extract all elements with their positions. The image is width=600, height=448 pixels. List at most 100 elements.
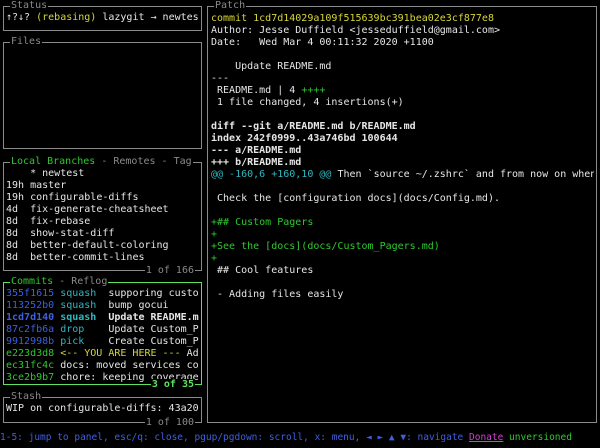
branch-item[interactable]: * newtest <box>6 168 199 180</box>
stash-count: 1 of 100 <box>144 417 195 429</box>
branch-name: fix-rebase <box>30 216 91 227</box>
commit-hash: 355f1615 <box>6 288 61 299</box>
branch-item[interactable]: 19h master <box>6 180 199 192</box>
branches-list[interactable]: * newtest 19h master 19h configurable-diff… <box>6 168 199 264</box>
status-text: ↑?↓? <box>6 12 37 23</box>
patch-title: Patch <box>214 0 247 12</box>
tab-local-branches[interactable]: Local Branches <box>11 156 95 167</box>
branch-item[interactable]: 8d fix-rebase <box>6 216 199 228</box>
patch-text: diff --git a/README.md b/README.md <box>211 121 416 132</box>
commit-action: pick <box>60 336 109 347</box>
commit-item[interactable]: 87c2fb6a drop Update Custom_P <box>6 324 199 336</box>
tab-commits[interactable]: Commits <box>11 276 53 287</box>
files-title: Files <box>10 36 43 48</box>
patch-text: --- <box>211 73 230 84</box>
branch-age <box>6 168 30 179</box>
commits-list[interactable]: 355f1615 squash supporing custo 113252b0 … <box>6 288 199 384</box>
patch-text: +See the [docs](docs/Custom_Pagers.md) <box>211 241 440 252</box>
commit-item[interactable]: 355f1615 squash supporing custo <box>6 288 199 300</box>
commit-item[interactable]: e223d3d8 <-- YOU ARE HERE --- Ad <box>6 348 199 360</box>
commit-message: Update README.m <box>108 312 199 323</box>
patch-line: diff --git a/README.md b/README.md <box>211 121 594 133</box>
commit-hash: 113252b0 <box>6 300 61 311</box>
stash-panel[interactable]: Stash WIP on configurable-diffs: 43a20 1… <box>3 391 202 429</box>
tab-separator: - <box>53 276 72 287</box>
branch-age: 8d <box>6 252 31 263</box>
commit-message: Update Custom_P <box>108 324 199 335</box>
status-text: lazygit → newtes <box>96 12 199 23</box>
tab-remotes[interactable]: Remotes <box>113 156 155 167</box>
commit-hash: 87c2fb6a <box>6 324 61 335</box>
status-text: (rebasing) <box>36 12 97 23</box>
patch-line: +See the [docs](docs/Custom_Pagers.md) <box>211 241 594 253</box>
donate-link[interactable]: Donate <box>469 432 503 443</box>
patch-text: + <box>211 229 218 240</box>
status-panel[interactable]: Status ↑?↓? (rebasing) lazygit → newtes <box>3 0 202 31</box>
patch-line: Check the [configuration docs](docs/Conf… <box>211 193 594 205</box>
patch-text: Check the [configuration docs](docs/Conf… <box>211 193 500 204</box>
patch-line <box>211 109 594 121</box>
patch-text: @@ -160,6 +160,10 @@ <box>211 169 332 180</box>
stash-name: WIP on configurable-diffs: 43a20 <box>6 403 199 414</box>
patch-line: @@ -160,6 +160,10 @@ Then `source ~/.zsh… <box>211 169 594 181</box>
patch-line <box>211 205 594 217</box>
commit-hash: 1cd7d140 <box>6 312 61 323</box>
branch-name: * newtest <box>30 168 85 179</box>
patch-line: index 242f0999..43a746bd 100644 <box>211 133 594 145</box>
stash-item[interactable]: WIP on configurable-diffs: 43a20 <box>6 403 199 415</box>
patch-panel[interactable]: Patch commit 1cd7d14029a109f515639bc391b… <box>207 0 597 423</box>
commit-item[interactable]: 113252b0 squash bump gocui <box>6 300 199 312</box>
patch-text: index 242f0999..43a746bd 100644 <box>211 133 398 144</box>
patch-line: 1 file changed, 4 insertions(+) <box>211 97 594 109</box>
branch-name: better-commit-lines <box>30 252 145 263</box>
tab-reflog[interactable]: Reflog <box>71 276 107 287</box>
commits-tabs: Commits - Reflog <box>10 276 109 288</box>
commit-item[interactable]: ec31fc4c docs: moved services co <box>6 360 199 372</box>
patch-text: ## Cool features <box>211 265 314 276</box>
patch-line: --- a/README.md <box>211 145 594 157</box>
patch-text: --- a/README.md <box>211 145 302 156</box>
files-panel[interactable]: Files <box>3 36 202 149</box>
branch-name: master <box>30 180 67 191</box>
patch-line: commit 1cd7d14029a109f515639bc391bea02e3… <box>211 13 594 25</box>
branches-tabs: Local Branches - Remotes - Tag <box>10 156 193 168</box>
commit-item[interactable]: 1cd7d140 squash Update README.m <box>6 312 199 324</box>
branch-item[interactable]: 19h configurable-diffs <box>6 192 199 204</box>
commits-panel[interactable]: Commits - Reflog 355f1615 squash suppori… <box>3 276 202 391</box>
patch-line: - Adding files easily <box>211 289 594 301</box>
patch-text: 1 file changed, 4 insertions(+) <box>211 97 404 108</box>
branch-item[interactable]: 8d show-stat-diff <box>6 228 199 240</box>
patch-text: Date: Wed Mar 4 00:11:32 2020 +1100 <box>211 37 434 48</box>
branch-name: better-default-coloring <box>30 240 169 251</box>
commit-message: Ad <box>186 348 199 359</box>
stash-list[interactable]: WIP on configurable-diffs: 43a20 <box>6 403 199 415</box>
version-label: unversioned <box>503 432 572 443</box>
branches-count: 1 of 166 <box>144 265 195 277</box>
commit-action: <-- YOU ARE HERE --- <box>60 348 187 359</box>
patch-text: Update README.md <box>211 61 332 72</box>
patch-line: README.md | 4 ++++ <box>211 85 594 97</box>
keybindings-bar: 1-5: jump to panel, esc/q: close, pgup/p… <box>0 432 600 444</box>
branch-name: fix-generate-cheatsheet <box>30 204 169 215</box>
patch-text: Author: Jesse Duffield <jesseduffield@gm… <box>211 25 500 36</box>
branch-age: 8d <box>6 240 31 251</box>
commit-item[interactable]: 9912998b pick Create Custom_P <box>6 336 199 348</box>
patch-text: commit 1cd7d14029a109f515639bc391bea02e3… <box>211 13 494 24</box>
status-content: ↑?↓? (rebasing) lazygit → newtes <box>6 12 199 24</box>
commit-action: squash <box>60 288 109 299</box>
branch-item[interactable]: 8d better-default-coloring <box>6 240 199 252</box>
patch-text: ++++ <box>301 85 326 96</box>
branch-age: 19h <box>6 180 31 191</box>
commit-action: drop <box>60 324 109 335</box>
patch-text: +## Custom Pagers <box>211 217 314 228</box>
commit-hash: 9912998b <box>6 336 61 347</box>
patch-line: --- <box>211 73 594 85</box>
commit-message: supporing custo <box>108 288 199 299</box>
branch-item[interactable]: 4d fix-generate-cheatsheet <box>6 204 199 216</box>
patch-line: Date: Wed Mar 4 00:11:32 2020 +1100 <box>211 37 594 49</box>
branch-item[interactable]: 8d better-commit-lines <box>6 252 199 264</box>
keybindings-hint: 1-5: jump to panel, esc/q: close, pgup/p… <box>0 432 469 443</box>
tab-tag[interactable]: Tag <box>174 156 192 167</box>
commit-hash: e223d3d8 <box>6 348 61 359</box>
branches-panel[interactable]: Local Branches - Remotes - Tag * newtest… <box>3 156 202 277</box>
